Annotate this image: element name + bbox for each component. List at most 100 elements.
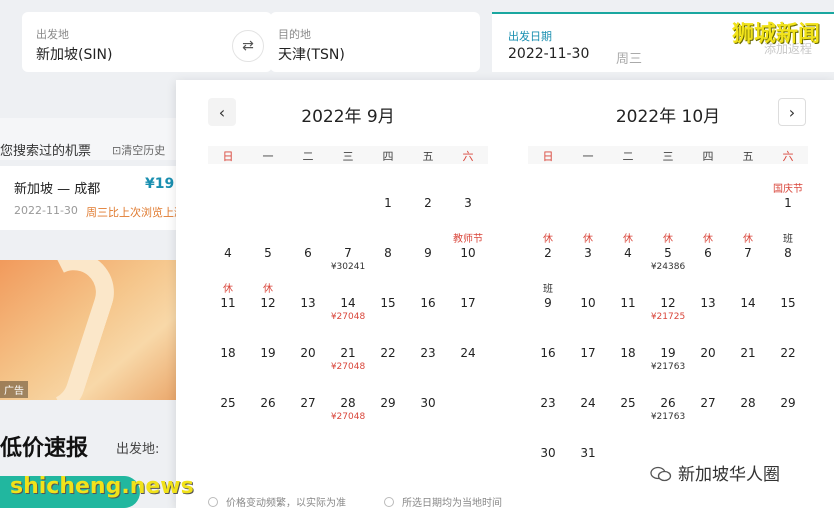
day-cell[interactable]: 休6 (688, 228, 728, 276)
day-cell[interactable]: 17 (568, 328, 608, 376)
day-cell[interactable]: 休7 (728, 228, 768, 276)
day-number: 7 (344, 246, 352, 260)
departure-label: 出发地 (36, 28, 69, 41)
day-cell[interactable]: 休3 (568, 228, 608, 276)
clear-history-button[interactable]: ⊡清空历史 (112, 142, 165, 158)
day-cell[interactable]: 8 (368, 228, 408, 276)
timezone-footnote: 所选日期均为当地时间 (384, 494, 502, 508)
day-cell[interactable]: 20 (688, 328, 728, 376)
day-cell[interactable]: 28 ¥27048 (328, 378, 368, 426)
day-cell[interactable]: 7 ¥30241 (328, 228, 368, 276)
day-cell[interactable]: 27 (688, 378, 728, 426)
flight-search-bar: 出发地 新加坡(SIN) 目的地 天津(TSN) ⇄ 出发日期 2022-11-… (0, 0, 834, 78)
day-number: 20 (300, 346, 316, 360)
history-title: 您搜索过的机票 (0, 144, 92, 159)
day-cell[interactable]: 10 (568, 278, 608, 326)
day-price: ¥27048 (330, 412, 366, 422)
day-cell[interactable]: 19 (248, 328, 288, 376)
day-number: 17 (580, 346, 596, 360)
day-number: 3 (584, 246, 592, 260)
day-cell[interactable]: 22 (768, 328, 808, 376)
day-cell[interactable]: 休 12 (248, 278, 288, 326)
weekday-label: 四 (382, 150, 394, 163)
month-october: 2022年 10月 日一二三四五六 国庆节 1 休 2 休 3 休 4 休 5 ¥24386 休 6 休 7… (528, 80, 828, 480)
day-cell[interactable]: 国庆节 1 (768, 178, 808, 226)
swap-cities-button[interactable]: ⇄ (232, 30, 264, 62)
day-cell[interactable]: 13 (688, 278, 728, 326)
day-cell[interactable]: 31 (568, 428, 608, 476)
weekday-label: 一 (262, 150, 274, 163)
weekday-header: 日一二三四五六 (208, 146, 488, 164)
timezone-footnote-text: 所选日期均为当地时间 (402, 498, 502, 508)
day-cell[interactable]: 1 (368, 178, 408, 226)
day-number: 17 (460, 296, 476, 310)
day-price: ¥21725 (650, 312, 686, 322)
day-cell[interactable]: 22 (368, 328, 408, 376)
history-item[interactable]: 新加坡 — 成都 ¥19 2022-11-30 周三比上次浏览上涨 (0, 166, 180, 230)
day-cell[interactable]: 26 (248, 378, 288, 426)
wechat-watermark: 新加坡华人圈 (650, 460, 780, 485)
weekday-label: 二 (622, 150, 634, 163)
day-price: ¥27048 (330, 312, 366, 322)
day-cell[interactable]: 23 (528, 378, 568, 426)
day-cell[interactable]: 教师节 10 (448, 228, 488, 276)
day-cell[interactable]: 28 (728, 378, 768, 426)
day-cell[interactable]: 15 (768, 278, 808, 326)
day-cell[interactable]: 24 (568, 378, 608, 426)
day-number: 19 (660, 346, 676, 360)
day-number: 1 (784, 196, 792, 210)
day-number: 27 (300, 396, 316, 410)
day-cell[interactable]: 班8 (768, 228, 808, 276)
day-cell[interactable]: 14 ¥27048 (328, 278, 368, 326)
day-cell[interactable]: 18 (208, 328, 248, 376)
day-cell[interactable]: 21 ¥27048 (328, 328, 368, 376)
day-cell[interactable]: 9 (408, 228, 448, 276)
day-cell[interactable]: 29 (368, 378, 408, 426)
history-date: 2022-11-30 (14, 204, 78, 217)
left-panel: 您搜索过的机票 ⊡清空历史 新加坡 — 成都 ¥19 2022-11-30 周三… (0, 118, 180, 508)
day-cell[interactable]: 15 (368, 278, 408, 326)
day-number: 29 (380, 396, 396, 410)
day-cell[interactable]: 休 5 ¥24386 (648, 228, 688, 276)
day-number: 23 (420, 346, 436, 360)
day-number: 22 (380, 346, 396, 360)
day-cell[interactable]: 4 (208, 228, 248, 276)
day-cell[interactable]: 23 (408, 328, 448, 376)
day-cell[interactable]: 3 (448, 178, 488, 226)
ad-banner[interactable]: 广告 (0, 260, 180, 400)
day-cell[interactable]: 30 (408, 378, 448, 426)
day-cell[interactable]: 17 (448, 278, 488, 326)
day-cell[interactable]: 25 (208, 378, 248, 426)
day-number: 2 (424, 196, 432, 210)
day-cell[interactable]: 2 (408, 178, 448, 226)
departure-date-value: 2022-11-30 (508, 46, 590, 62)
day-cell[interactable]: 29 (768, 378, 808, 426)
destination-field[interactable]: 目的地 天津(TSN) (270, 12, 480, 72)
day-cell[interactable]: 16 (408, 278, 448, 326)
low-price-deals-title: 低价速报 (0, 436, 89, 461)
day-cell[interactable]: 26 ¥21763 (648, 378, 688, 426)
day-cell[interactable]: 14 (728, 278, 768, 326)
day-cell[interactable]: 24 (448, 328, 488, 376)
day-cell[interactable]: 5 (248, 228, 288, 276)
day-cell[interactable]: 休 11 (208, 278, 248, 326)
day-cell[interactable]: 班9 (528, 278, 568, 326)
day-number: 16 (540, 346, 556, 360)
workday-tag: 班 (543, 284, 553, 295)
day-cell[interactable]: 12 ¥21725 (648, 278, 688, 326)
day-cell[interactable]: 30 (528, 428, 568, 476)
day-number: 20 (700, 346, 716, 360)
month-september: 2022年 9月 日一二三四五六 1 2 3 4 5 6 7 ¥30241 8 9 教师节 10 休 11… (208, 80, 508, 480)
holiday-tag: 休 (703, 234, 713, 245)
holiday-tag: 休 (743, 234, 753, 245)
day-cell[interactable]: 19 ¥21763 (648, 328, 688, 376)
watermark-top: 狮城新闻 (731, 22, 820, 47)
day-number: 26 (260, 396, 276, 410)
day-cell[interactable]: 16 (528, 328, 568, 376)
day-cell[interactable]: 休2 (528, 228, 568, 276)
weekday-label: 三 (342, 150, 354, 163)
weekday-label: 五 (422, 150, 434, 163)
day-cell[interactable]: 21 (728, 328, 768, 376)
day-number: 9 (544, 296, 552, 310)
holiday-tag: 休 (663, 234, 673, 245)
